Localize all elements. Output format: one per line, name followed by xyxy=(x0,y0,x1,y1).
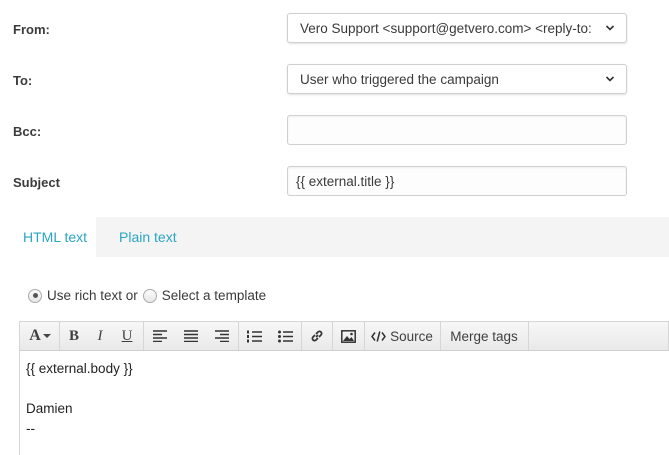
italic-icon: I xyxy=(97,327,103,344)
link-button[interactable] xyxy=(303,322,331,350)
align-right-button[interactable] xyxy=(209,322,235,350)
merge-tags-label: Merge tags xyxy=(450,328,518,344)
editor-line: {{ external.body }} xyxy=(26,361,133,376)
tab-html-text[interactable]: HTML text xyxy=(13,217,96,257)
underline-icon: U xyxy=(121,327,133,344)
to-label: To: xyxy=(13,73,33,88)
image-button[interactable] xyxy=(334,322,362,350)
subject-input[interactable]: {{ external.title }} xyxy=(287,166,627,196)
align-right-icon xyxy=(215,330,229,342)
rich-text-radio[interactable] xyxy=(28,288,42,303)
caret-down-icon xyxy=(42,334,51,338)
align-left-button[interactable] xyxy=(147,322,173,350)
tab-bar xyxy=(13,217,669,257)
merge-tags-button[interactable]: Merge tags xyxy=(443,322,525,350)
subject-label: Subject xyxy=(13,175,60,190)
bcc-label: Bcc: xyxy=(13,124,42,139)
image-icon xyxy=(340,329,356,343)
rich-text-label[interactable]: Use rich text or xyxy=(47,288,138,303)
numbered-list-icon xyxy=(246,330,262,342)
font-icon: A xyxy=(29,327,41,344)
template-radio[interactable] xyxy=(142,288,157,303)
underline-button[interactable]: U xyxy=(115,322,139,350)
numbered-list-button[interactable] xyxy=(241,322,267,350)
editor-toolbar: A B I U Source Merge tags xyxy=(19,321,669,351)
compose-mode: Use rich text or Select a template xyxy=(28,288,266,303)
to-select-value: User who triggered the campaign xyxy=(300,71,499,87)
bcc-input[interactable] xyxy=(287,115,627,145)
link-icon xyxy=(311,330,323,342)
source-label: Source xyxy=(390,328,433,344)
bullet-list-icon xyxy=(277,330,293,342)
font-size-button[interactable]: A xyxy=(24,322,56,350)
bullet-list-button[interactable] xyxy=(272,322,298,350)
editor-line: -- xyxy=(26,421,35,436)
from-label: From: xyxy=(13,22,50,37)
rich-text-editor[interactable]: {{ external.body }} Damien -- xyxy=(19,351,669,455)
align-center-button[interactable] xyxy=(178,322,204,350)
source-button[interactable]: Source xyxy=(367,322,437,350)
chevron-down-icon xyxy=(605,25,615,31)
bold-icon: B xyxy=(68,327,79,344)
align-left-icon xyxy=(153,330,167,342)
from-select-value: Vero Support <support@getvero.com> <repl… xyxy=(300,20,592,36)
template-label[interactable]: Select a template xyxy=(162,288,266,303)
chevron-down-icon xyxy=(605,76,615,82)
bold-button[interactable]: B xyxy=(62,322,86,350)
align-justify-icon xyxy=(184,330,198,342)
code-icon xyxy=(371,330,387,342)
from-select[interactable]: Vero Support <support@getvero.com> <repl… xyxy=(287,13,627,43)
editor-line: Damien xyxy=(26,401,73,416)
tab-plain-text[interactable]: Plain text xyxy=(119,217,177,257)
to-select[interactable]: User who triggered the campaign xyxy=(287,64,627,94)
italic-button[interactable]: I xyxy=(88,322,112,350)
